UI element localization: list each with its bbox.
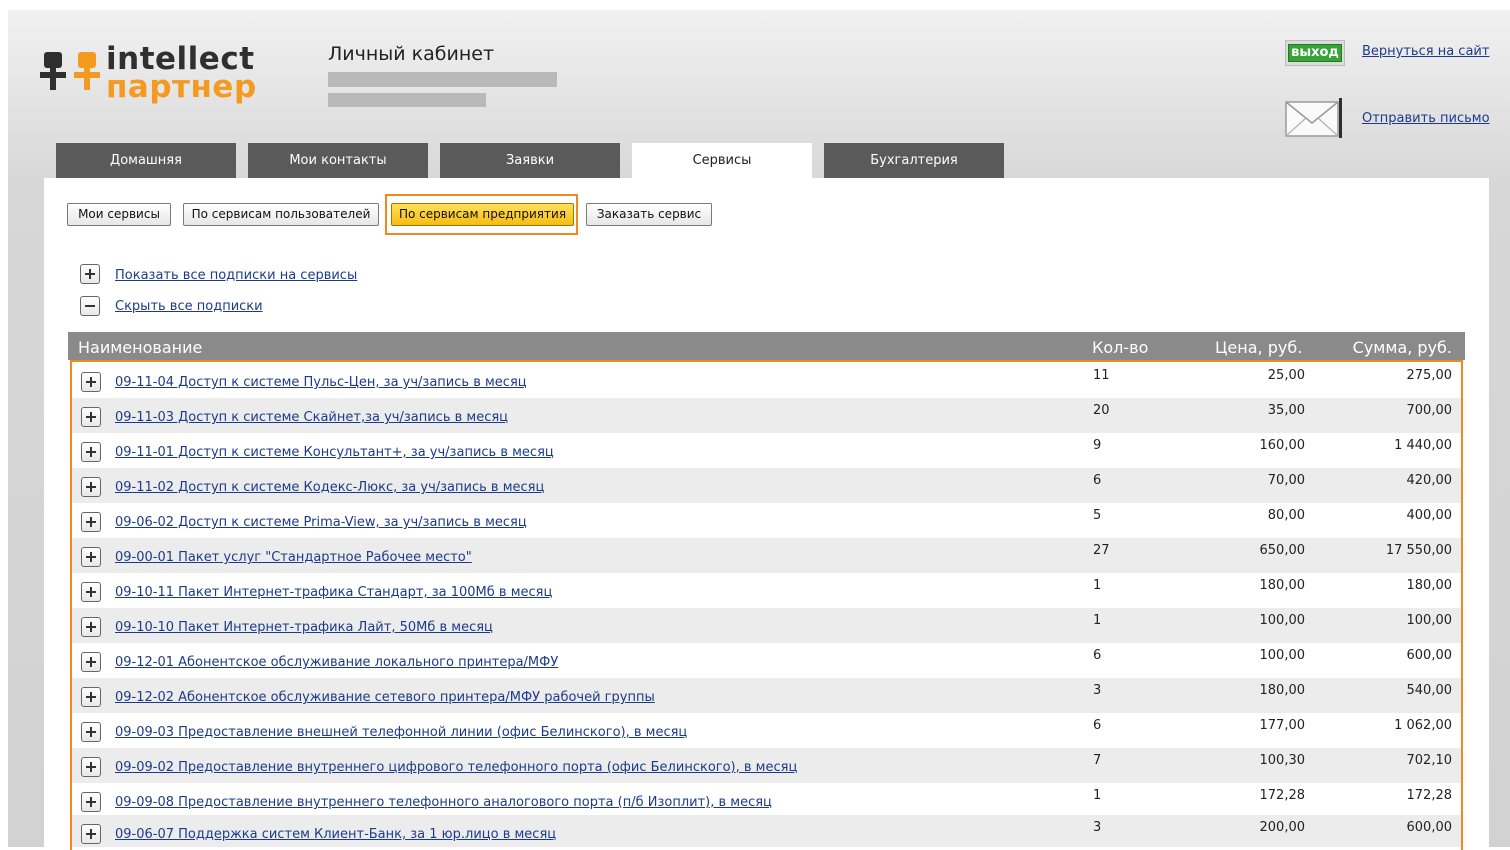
table-highlight-frame: [70, 360, 1463, 850]
tab-requests[interactable]: Заявки: [440, 143, 620, 178]
send-letter-link[interactable]: Отправить письмо: [1362, 111, 1490, 126]
column-header-price: Цена, руб.: [1215, 338, 1303, 357]
show-all-subscriptions-link[interactable]: Показать все подписки на сервисы: [115, 268, 357, 283]
logo-word-partner: партнер: [106, 69, 257, 105]
intellect-partner-logo[interactable]: intellect партнер: [40, 42, 270, 106]
hide-all-subscriptions-link[interactable]: Скрыть все подписки: [115, 299, 263, 314]
envelope-icon[interactable]: [1285, 96, 1343, 140]
collapse-all-icon[interactable]: [80, 296, 100, 316]
by-company-services-button[interactable]: По сервисам предприятия: [391, 203, 574, 226]
by-user-services-button[interactable]: По сервисам пользователей: [183, 203, 379, 226]
column-header-sum: Сумма, руб.: [1352, 338, 1452, 357]
column-header-qty: Кол-во: [1092, 338, 1149, 357]
column-header-name: Наименование: [78, 338, 203, 357]
back-to-site-link[interactable]: Вернуться на сайт: [1362, 44, 1489, 59]
tab-my-contacts[interactable]: Мои контакты: [248, 143, 428, 178]
my-services-button[interactable]: Мои сервисы: [67, 203, 171, 226]
tab-services[interactable]: Сервисы: [632, 143, 812, 180]
order-service-button[interactable]: Заказать сервис: [586, 203, 712, 226]
expand-all-icon[interactable]: [80, 264, 100, 284]
page-title: Личный кабинет: [328, 43, 495, 65]
table-header: Наименование Кол-во Цена, руб. Сумма, ру…: [68, 332, 1465, 360]
tab-accounting[interactable]: Бухгалтерия: [824, 143, 1004, 178]
exit-button[interactable]: выход: [1285, 40, 1345, 66]
exit-button-label: выход: [1288, 44, 1342, 62]
user-name-placeholder: [328, 93, 486, 107]
tab-home[interactable]: Домашняя: [56, 143, 236, 178]
company-name-placeholder: [328, 72, 557, 87]
logo-mark-icon: [40, 52, 100, 90]
